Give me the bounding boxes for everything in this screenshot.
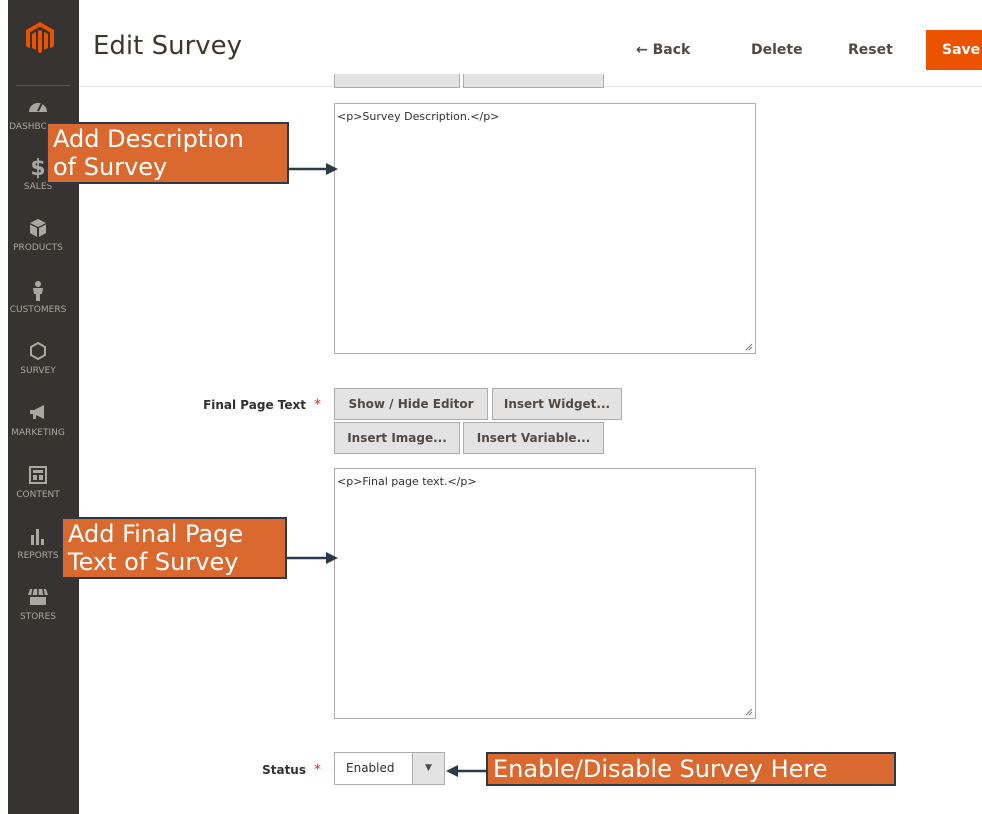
sidebar-item-label: STORES xyxy=(20,612,56,622)
box-icon xyxy=(8,219,79,241)
insert-image-button[interactable]: Insert Image... xyxy=(334,422,460,454)
insert-variable-button[interactable]: Insert Variable... xyxy=(463,422,604,454)
back-button[interactable]: ← Back xyxy=(636,30,690,70)
megaphone-icon xyxy=(8,404,79,426)
required-mark: * xyxy=(314,397,321,413)
insert-variable-button-clipped[interactable] xyxy=(463,74,604,88)
description-text: <p>Survey Description.</p> xyxy=(337,110,500,123)
sidebar-item-label: SURVEY xyxy=(20,366,56,376)
insert-image-button-clipped[interactable] xyxy=(334,74,460,88)
insert-widget-button[interactable]: Insert Widget... xyxy=(492,388,622,420)
status-select[interactable]: Enabled ▼ xyxy=(334,752,445,785)
reset-button[interactable]: Reset xyxy=(848,30,893,70)
required-mark: * xyxy=(314,762,321,778)
final-page-callout: Add Final Page Text of Survey xyxy=(61,517,287,579)
resize-grip-icon[interactable] xyxy=(745,343,753,351)
sidebar-item-content[interactable]: CONTENT xyxy=(8,466,79,522)
callout-line: Add Description xyxy=(53,125,244,153)
sidebar-item-stores[interactable]: STORES xyxy=(8,588,79,644)
magento-logo[interactable] xyxy=(8,22,71,68)
logo-divider xyxy=(16,85,70,86)
final-page-text: <p>Final page text.</p> xyxy=(337,475,477,488)
status-selected-value: Enabled xyxy=(346,761,395,775)
page-title: Edit Survey xyxy=(93,31,243,61)
sidebar-item-customers[interactable]: CUSTOMERS xyxy=(8,281,79,337)
chevron-down-icon[interactable]: ▼ xyxy=(412,753,444,784)
status-callout: Enable/Disable Survey Here xyxy=(486,752,896,786)
arrow-right-icon xyxy=(288,163,338,175)
sidebar-item-label: MARKETING xyxy=(11,428,65,438)
sidebar-item-products[interactable]: PRODUCTS xyxy=(8,219,79,275)
callout-line: Text of Survey xyxy=(68,548,239,576)
sidebar-item-label: PRODUCTS xyxy=(13,243,63,253)
store-icon xyxy=(8,588,79,610)
resize-grip-icon[interactable] xyxy=(745,708,753,716)
final-page-textarea[interactable]: <p>Final page text.</p> xyxy=(334,468,756,719)
dashboard-icon xyxy=(8,98,79,120)
sidebar-item-label: CONTENT xyxy=(16,490,60,500)
person-icon xyxy=(8,281,79,303)
delete-button[interactable]: Delete xyxy=(751,30,803,70)
callout-line: of Survey xyxy=(53,153,168,181)
magento-logo-icon xyxy=(25,22,54,54)
sidebar-item-marketing[interactable]: MARKETING xyxy=(8,404,79,460)
arrow-left-icon xyxy=(446,765,488,777)
status-label: Status xyxy=(262,763,306,777)
save-button[interactable]: Save xyxy=(926,30,982,70)
callout-line: Add Final Page xyxy=(68,520,244,548)
layout-icon xyxy=(8,466,79,488)
arrow-right-icon xyxy=(286,552,338,564)
sidebar-item-label: CUSTOMERS xyxy=(9,305,67,315)
sidebar-item-survey[interactable]: SURVEY xyxy=(8,341,79,398)
description-callout: Add Description of Survey xyxy=(46,122,289,184)
hexagon-icon xyxy=(8,341,79,364)
show-hide-editor-button[interactable]: Show / Hide Editor xyxy=(334,388,488,420)
final-page-text-label: Final Page Text xyxy=(203,398,306,412)
description-textarea[interactable]: <p>Survey Description.</p> xyxy=(334,103,756,354)
